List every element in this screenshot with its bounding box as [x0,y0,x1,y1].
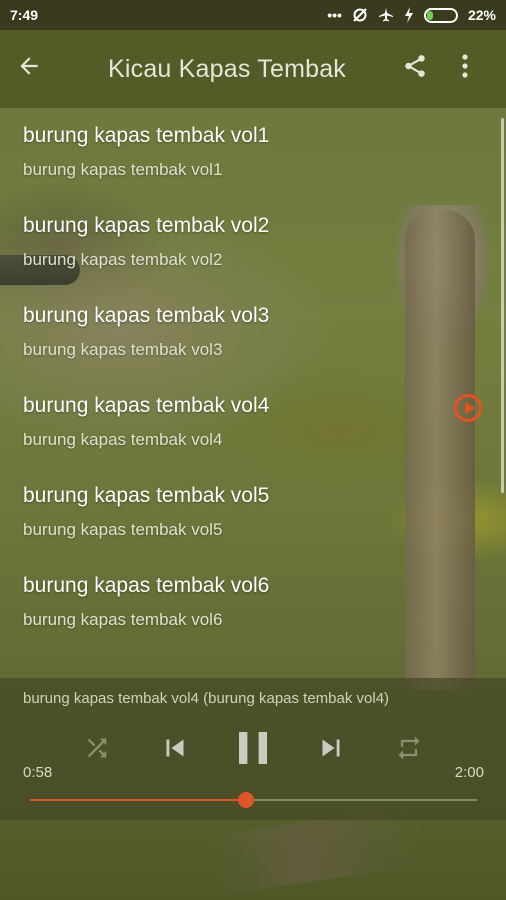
track-item-vol5[interactable]: burung kapas tembak vol5 burung kapas te… [0,468,506,558]
track-subtitle: burung kapas tembak vol1 [23,160,223,179]
track-title: burung kapas tembak vol4 [23,394,270,417]
track-title: burung kapas tembak vol1 [23,124,270,147]
charging-icon [404,7,413,23]
pause-icon [239,732,267,764]
now-playing-icon[interactable] [454,394,482,422]
skip-previous-icon [166,739,184,757]
battery-percent: 22% [467,7,496,23]
track-subtitle: burung kapas tembak vol2 [23,250,223,269]
track-title: burung kapas tembak vol6 [23,574,270,597]
track-title: burung kapas tembak vol3 [23,304,270,327]
seek-thumb[interactable] [238,792,255,808]
track-item-vol3[interactable]: burung kapas tembak vol3 burung kapas te… [0,288,506,378]
track-subtitle: burung kapas tembak vol4 [23,430,223,449]
track-list: burung kapas tembak vol1 burung kapas te… [0,108,506,678]
track-item-vol4[interactable]: burung kapas tembak vol4 burung kapas te… [0,378,506,468]
track-subtitle: burung kapas tembak vol6 [23,610,223,629]
track-item-vol6[interactable]: burung kapas tembak vol6 burung kapas te… [0,558,506,648]
track-item-vol2[interactable]: burung kapas tembak vol2 burung kapas te… [0,198,506,288]
elapsed-time: 0:58 [23,764,53,781]
shuffle-button[interactable] [70,721,124,775]
app-bar: Kicau Kapas Tembak [0,30,506,108]
overflow-menu-icon [462,53,468,78]
seek-bar[interactable] [30,792,477,808]
now-playing-text: burung kapas tembak vol4 (burung kapas t… [23,690,390,707]
page-title: Kicau Kapas Tembak [108,54,346,83]
player-panel: burung kapas tembak vol4 (burung kapas t… [0,678,506,820]
status-time: 7:49 [10,7,39,23]
repeat-button[interactable] [382,721,436,775]
airplane-icon [378,8,393,22]
status-bar: 7:49 ••• 22% [0,0,506,30]
scrollbar[interactable] [501,118,504,493]
arrow-back-icon [20,56,38,75]
track-item-vol1[interactable]: burung kapas tembak vol1 burung kapas te… [0,108,506,198]
skip-next-icon [322,739,340,757]
track-subtitle: burung kapas tembak vol5 [23,520,223,539]
battery-indicator [423,7,458,23]
share-button[interactable] [390,53,440,86]
status-icons: ••• 22% [327,7,496,23]
seek-progress [30,799,247,801]
shuffle-icon [87,738,107,758]
pause-button[interactable] [226,721,280,775]
previous-button[interactable] [148,721,202,775]
next-button[interactable] [304,721,358,775]
repeat-icon [398,736,420,760]
track-subtitle: burung kapas tembak vol3 [23,340,223,359]
bottom-artwork [0,820,506,900]
back-button[interactable] [16,53,64,86]
track-title: burung kapas tembak vol2 [23,214,270,237]
battery-fill [426,10,434,20]
player-controls [70,720,436,776]
more-dots-icon: ••• [327,7,342,23]
track-title: burung kapas tembak vol5 [23,484,270,507]
overflow-menu-button[interactable] [440,53,490,86]
total-time: 2:00 [454,764,484,781]
data-saver-icon [353,8,367,22]
share-icon [405,54,425,77]
